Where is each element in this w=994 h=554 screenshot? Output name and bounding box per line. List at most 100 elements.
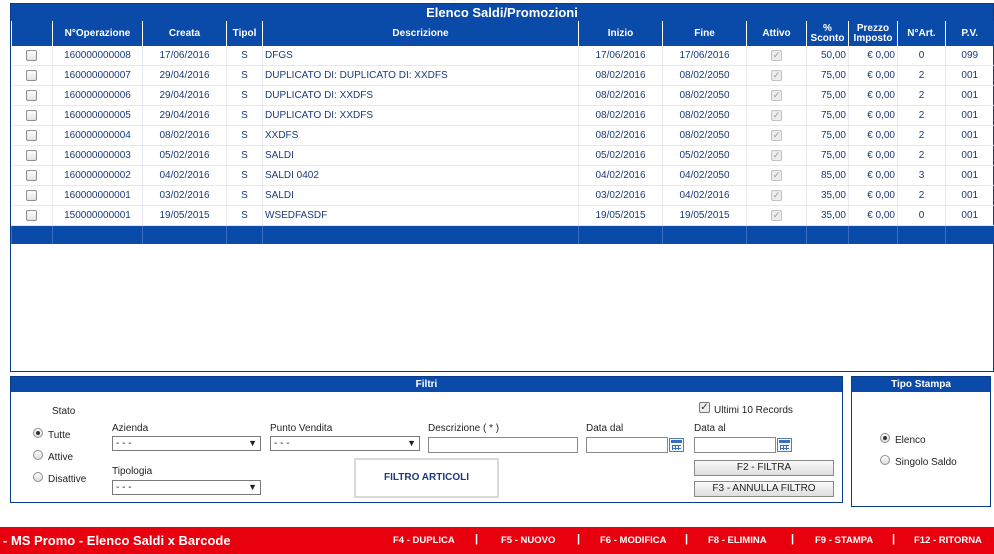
cell-inizio: 08/02/2016	[578, 85, 663, 106]
row-select-checkbox[interactable]	[26, 49, 38, 61]
azienda-select[interactable]: - - - ▼	[112, 436, 261, 451]
row-select-checkbox[interactable]	[26, 149, 38, 161]
col-num-operazione[interactable]: N°Operazione	[52, 21, 143, 46]
cell-attivo: ✓	[746, 46, 807, 66]
cell-prezzo-imposto: € 0,00	[848, 105, 898, 126]
row-select-checkbox[interactable]	[26, 209, 38, 221]
f5-nuovo-button[interactable]: F5 - NUOVO	[501, 535, 555, 546]
row-select-checkbox[interactable]	[26, 129, 38, 141]
cell-sconto: 75,00	[806, 85, 849, 106]
attivo-checkbox: ✓	[771, 89, 782, 101]
cell-pv: 001	[945, 185, 994, 206]
cell-attivo: ✓	[746, 185, 807, 206]
col-creata[interactable]: Creata	[142, 21, 227, 46]
annulla-filtro-button[interactable]: F3 - ANNULLA FILTRO	[694, 481, 834, 497]
cell-attivo: ✓	[746, 125, 807, 146]
chevron-down-icon: ▼	[248, 438, 257, 448]
f12-ritorna-button[interactable]: F12 - RITORNA	[914, 535, 982, 546]
table-row[interactable]: 160000000002 04/02/2016 S SALDI 0402 04/02/2…	[11, 165, 994, 186]
separator: |	[475, 533, 479, 545]
calendar-icon[interactable]	[777, 438, 792, 452]
col-attivo[interactable]: Attivo	[746, 21, 807, 46]
data-dal-label: Data dal	[586, 423, 624, 434]
table-row[interactable]: 160000000001 03/02/2016 S SALDI 03/02/2016 04…	[11, 185, 994, 206]
cell-num-operazione: 160000000008	[52, 46, 143, 66]
cell-prezzo-imposto: € 0,00	[848, 145, 898, 166]
cell-select	[11, 205, 53, 226]
table-row[interactable]: 160000000003 05/02/2016 S SALDI 05/02/2016 05…	[11, 145, 994, 166]
table-row[interactable]: 160000000006 29/04/2016 S DUPLICATO DI: XXD…	[11, 85, 994, 106]
cell-fine: 08/02/2050	[662, 65, 747, 86]
col-sconto-line2: Sconto	[810, 32, 845, 44]
cell-pv: 001	[945, 125, 994, 146]
cell-num-operazione: 160000000006	[52, 85, 143, 106]
cell-prezzo-imposto: € 0,00	[848, 185, 898, 206]
attivo-checkbox: ✓	[771, 49, 782, 61]
cell-num-operazione: 160000000005	[52, 105, 143, 126]
f6-modifica-button[interactable]: F6 - MODIFICA	[600, 535, 667, 546]
col-pv[interactable]: P.V.	[945, 21, 994, 46]
tipologia-select[interactable]: - - - ▼	[112, 480, 261, 495]
row-select-checkbox[interactable]	[26, 169, 38, 181]
separator: |	[685, 533, 689, 545]
table-row[interactable]: 160000000004 08/02/2016 S XXDFS 08/02/2016 08…	[11, 125, 994, 146]
calendar-icon[interactable]	[669, 438, 684, 452]
col-nart[interactable]: N°Art.	[897, 21, 946, 46]
separator: |	[577, 533, 581, 545]
row-select-checkbox[interactable]	[26, 109, 38, 121]
data-dal-input[interactable]	[586, 437, 668, 453]
empty-cell	[226, 225, 263, 244]
cell-inizio: 17/06/2016	[578, 46, 663, 66]
row-select-checkbox[interactable]	[26, 69, 38, 81]
cell-select	[11, 145, 53, 166]
cell-sconto: 85,00	[806, 165, 849, 186]
punto-vendita-select[interactable]: - - - ▼	[270, 436, 420, 451]
stato-attive-radio[interactable]	[33, 450, 43, 460]
col-tipol[interactable]: Tipol	[226, 21, 263, 46]
cell-tipol: S	[226, 125, 263, 146]
f4-duplica-button[interactable]: F4 - DUPLICA	[393, 535, 455, 546]
f9-stampa-button[interactable]: F9 - STAMPA	[815, 535, 873, 546]
empty-cell	[11, 225, 53, 244]
descrizione-input[interactable]	[428, 437, 578, 453]
empty-cell	[52, 225, 143, 244]
ultimi-10-checkbox[interactable]: ✓	[699, 402, 710, 413]
table-row[interactable]: 150000000001 19/05/2015 S WSEDFASDF 19/05/20…	[11, 205, 994, 226]
cell-select	[11, 46, 53, 66]
row-select-checkbox[interactable]	[26, 89, 38, 101]
cell-fine: 19/05/2015	[662, 205, 747, 226]
data-al-input[interactable]	[694, 437, 776, 453]
cell-fine: 08/02/2050	[662, 85, 747, 106]
cell-attivo: ✓	[746, 85, 807, 106]
col-inizio[interactable]: Inizio	[578, 21, 663, 46]
row-select-checkbox[interactable]	[26, 189, 38, 201]
cell-descrizione: DUPLICATO DI: DUPLICATO DI: XXDFS	[262, 65, 579, 86]
cell-tipol: S	[226, 105, 263, 126]
empty-cell	[746, 225, 807, 244]
cell-descrizione: DFGS	[262, 46, 579, 66]
cell-sconto: 75,00	[806, 145, 849, 166]
filtra-button[interactable]: F2 - FILTRA	[694, 460, 834, 476]
elenco-radio[interactable]	[880, 433, 890, 443]
filtro-articoli-button[interactable]: FILTRO ARTICOLI	[354, 458, 499, 498]
elenco-label: Elenco	[895, 435, 926, 446]
saldi-table: N°Operazione Creata Tipol Descrizione In…	[11, 21, 994, 244]
table-row[interactable]: 160000000007 29/04/2016 S DUPLICATO DI: DUP…	[11, 65, 994, 86]
table-row[interactable]: 160000000005 29/04/2016 S DUPLICATO DI: XXD…	[11, 105, 994, 126]
col-sconto[interactable]: % Sconto	[806, 21, 849, 46]
cell-descrizione: SALDI	[262, 145, 579, 166]
attivo-checkbox: ✓	[771, 209, 782, 221]
bottom-bar: - MS Promo - Elenco Saldi x Barcode F4 -…	[0, 527, 994, 554]
stato-disattive-label: Disattive	[48, 474, 87, 485]
stato-disattive-radio[interactable]	[33, 472, 43, 482]
col-prezzo-imposto[interactable]: Prezzo Imposto	[848, 21, 898, 46]
stato-tutte-radio[interactable]	[33, 428, 43, 438]
f8-elimina-button[interactable]: F8 - ELIMINA	[708, 535, 767, 546]
col-fine[interactable]: Fine	[662, 21, 747, 46]
cell-attivo: ✓	[746, 145, 807, 166]
singolo-saldo-radio[interactable]	[880, 455, 890, 465]
separator: |	[791, 533, 795, 545]
cell-sconto: 35,00	[806, 205, 849, 226]
col-descrizione[interactable]: Descrizione	[262, 21, 579, 46]
table-row[interactable]: 160000000008 17/06/2016 S DFGS 17/06/2016 17/…	[11, 46, 994, 66]
